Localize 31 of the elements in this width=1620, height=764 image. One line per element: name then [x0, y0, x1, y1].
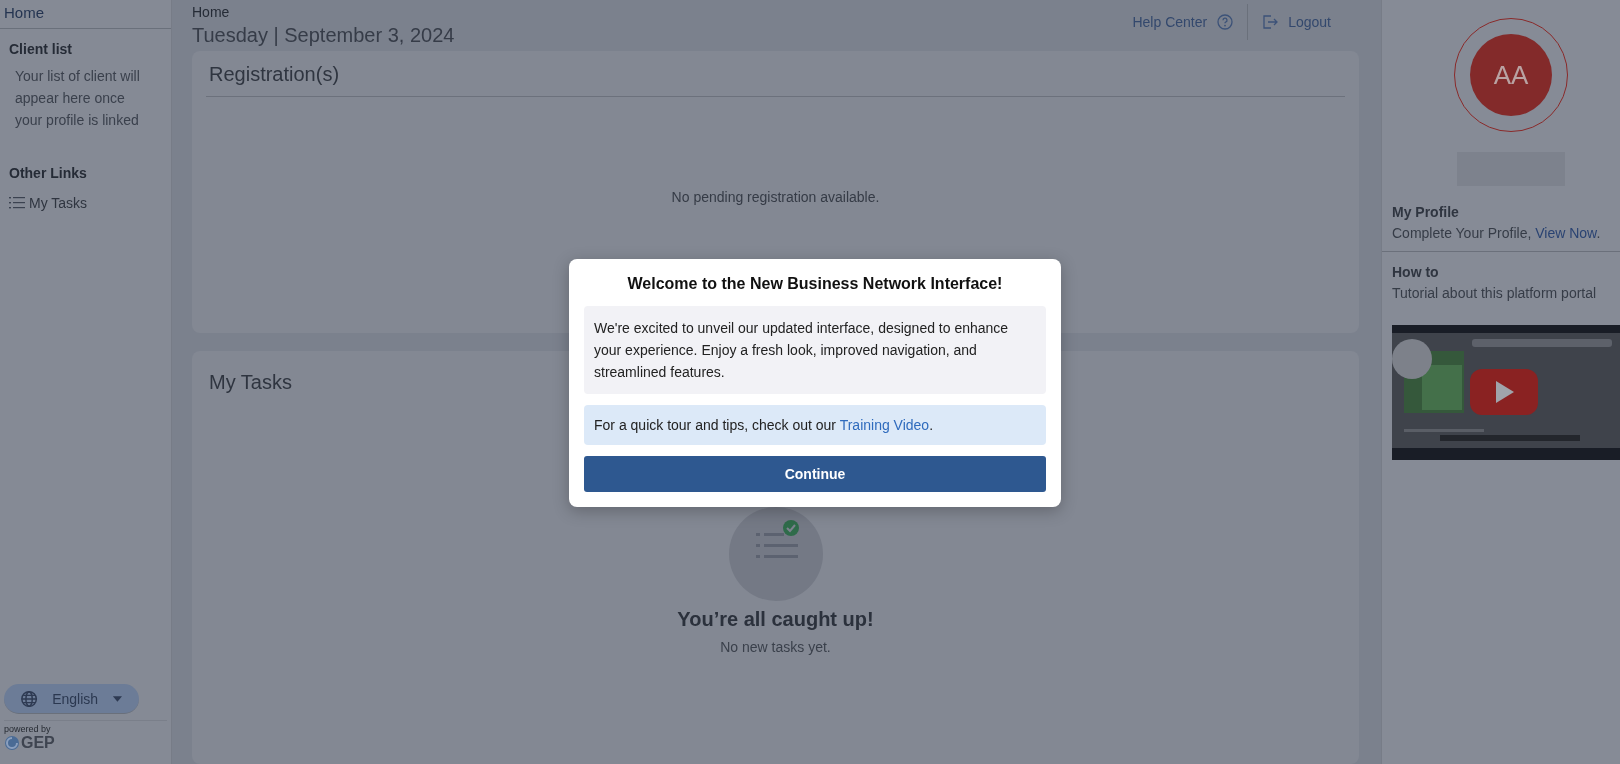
- globe-icon: [20, 688, 39, 709]
- brand-logo: GEP: [21, 734, 55, 752]
- profile-prompt: Complete Your Profile, View Now.: [1392, 225, 1602, 241]
- caret-icon: [112, 694, 123, 703]
- section-title: How to: [1392, 264, 1440, 280]
- continue-button[interactable]: Continue: [584, 456, 1046, 492]
- dialog-message: We're excited to unveil our updated interface, designed to enhance your experience. Enjoy a fresh look, improved navigation, and streamlined features.: [584, 306, 1046, 394]
- swirl-icon: [4, 735, 20, 751]
- home-link[interactable]: Home: [0, 0, 171, 29]
- sidebar-link[interactable]: My Tasks: [9, 195, 162, 211]
- date-heading: Tuesday | September 3, 2024: [192, 24, 455, 47]
- breadcrumb[interactable]: Home: [192, 4, 455, 20]
- language-selector[interactable]: English: [4, 684, 139, 714]
- training-tip: For a quick tour and tips, check out our Training Video.: [584, 405, 1046, 445]
- help-center-link[interactable]: Help Center: [1132, 14, 1234, 30]
- logout-link[interactable]: Logout: [1262, 14, 1331, 30]
- list-icon: [9, 196, 25, 210]
- powered-by-label: powered by: [4, 720, 167, 734]
- section-title: My Profile: [1392, 204, 1460, 220]
- section-title: Client list: [9, 41, 73, 57]
- help-icon: [1217, 14, 1234, 30]
- tutorial-description: Tutorial about this platform portal: [1392, 285, 1598, 301]
- empty-title: You’re all caught up!: [677, 608, 874, 631]
- card-title: Registration(s): [206, 61, 1345, 97]
- empty-message: No pending registration available.: [671, 189, 880, 205]
- logout-icon: [1262, 14, 1279, 30]
- dialog-title: Welcome to the New Business Network Interface!: [626, 275, 1004, 293]
- client-list-message: Your list of client will appear here once your profile is linked: [14, 67, 141, 130]
- empty-message: No new tasks yet.: [720, 639, 831, 655]
- card-title: My Tasks: [208, 370, 293, 395]
- section-title: Other Links: [9, 165, 88, 181]
